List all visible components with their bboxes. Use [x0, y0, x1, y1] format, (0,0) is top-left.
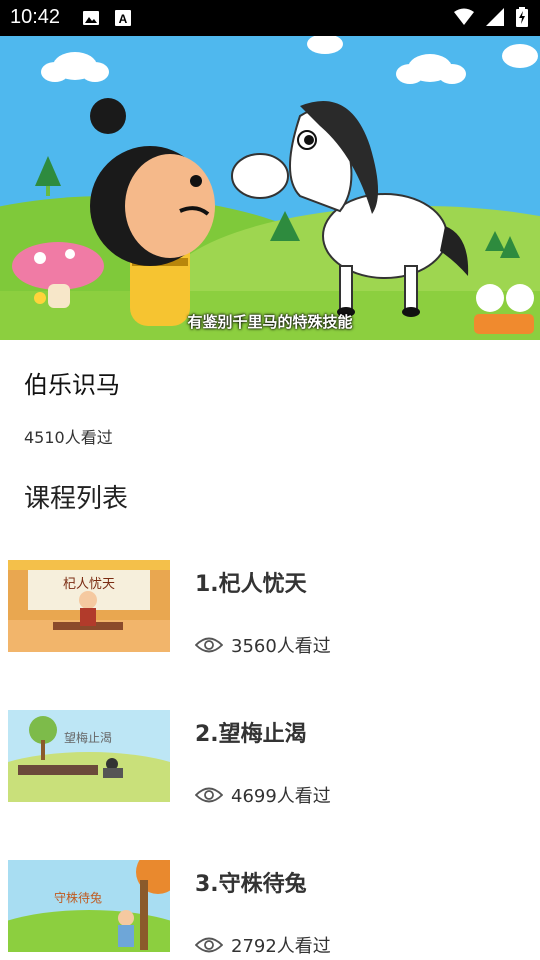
course-view-count: 2792人看过	[231, 936, 331, 957]
course-item[interactable]: 守株待兔 3.守株待兔 2792人看过	[8, 860, 540, 957]
svg-text:望梅止渴: 望梅止渴	[64, 730, 112, 745]
course-item[interactable]: 杞人忧天 1.杞人忧天 3560人看过	[8, 560, 540, 657]
course-title[interactable]: 2.望梅止渴	[195, 716, 307, 748]
svg-text:A: A	[119, 12, 128, 26]
status-bar: 10:42 A	[0, 0, 540, 36]
battery-icon	[516, 7, 528, 27]
course-view-count: 3560人看过	[231, 636, 331, 657]
signal-icon	[486, 8, 504, 26]
course-item[interactable]: 望梅止渴 2.望梅止渴 4699人看过	[8, 710, 540, 807]
lesson-title: 伯乐识马	[24, 371, 120, 399]
course-views: 3560人看过	[195, 632, 331, 658]
eye-icon	[195, 787, 223, 803]
svg-text:守株待兔: 守株待兔	[54, 890, 102, 905]
eye-icon	[195, 637, 223, 653]
text-notification-icon: A	[115, 10, 131, 26]
course-title[interactable]: 3.守株待兔	[195, 866, 307, 898]
image-notification-icon	[83, 11, 99, 25]
section-title: 课程列表	[24, 484, 129, 514]
course-views: 4699人看过	[195, 782, 331, 808]
course-view-count: 4699人看过	[231, 786, 331, 807]
course-views: 2792人看过	[195, 932, 331, 958]
eye-icon	[195, 937, 223, 953]
course-thumbnail[interactable]: 守株待兔	[8, 860, 170, 952]
lesson-view-count: 4510人看过	[24, 428, 113, 447]
course-thumbnail[interactable]: 望梅止渴	[8, 710, 170, 802]
hero-illustration	[0, 36, 540, 340]
video-caption: 有鉴别千里马的特殊技能	[187, 313, 353, 331]
wifi-icon	[454, 8, 474, 25]
status-time: 10:42	[10, 6, 61, 28]
course-thumbnail[interactable]: 杞人忧天	[8, 560, 170, 652]
course-title[interactable]: 1.杞人忧天	[195, 566, 307, 598]
video-player[interactable]: 有鉴别千里马的特殊技能	[0, 36, 540, 340]
svg-text:杞人忧天: 杞人忧天	[63, 577, 115, 592]
